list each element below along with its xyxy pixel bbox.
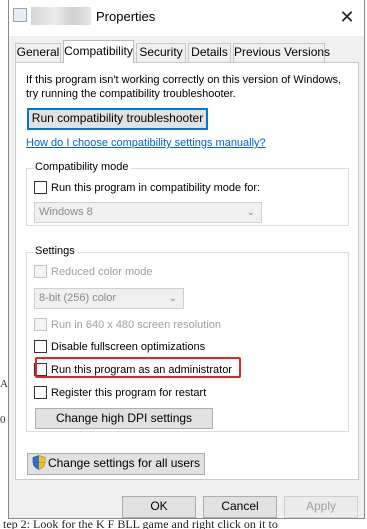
properties-dialog: Properties ✕ General Compatibility Secur… — [8, 0, 365, 519]
checkbox-box — [34, 340, 47, 353]
window-title: Properties — [96, 9, 156, 24]
compatibility-mode-checkbox[interactable]: Run this program in compatibility mode f… — [34, 181, 260, 197]
checkbox-label: Run in 640 x 480 screen resolution — [51, 319, 221, 331]
tab-previous-versions[interactable]: Previous Versions — [233, 43, 330, 62]
disable-fullscreen-checkbox[interactable]: Disable fullscreen optimizations — [34, 340, 205, 356]
manual-settings-link[interactable]: How do I choose compatibility settings m… — [26, 137, 266, 149]
intro-line-1: If this program isn't working correctly … — [26, 74, 342, 86]
checkbox-box — [34, 181, 47, 194]
register-restart-checkbox[interactable]: Register this program for restart — [34, 386, 206, 402]
chevron-down-icon: ⌄ — [246, 207, 255, 218]
close-button[interactable]: ✕ — [334, 4, 360, 30]
checkbox-label: Reduced color mode — [51, 266, 153, 278]
admin-highlight-box — [35, 357, 241, 378]
checkbox-box — [34, 386, 47, 399]
cancel-button[interactable]: Cancel — [203, 496, 277, 518]
title-bar[interactable]: Properties ✕ — [9, 0, 364, 36]
background-text: tep 2: Look for the K F BLL game and rig… — [3, 519, 278, 529]
select-value: 8-bit (256) color — [39, 292, 117, 304]
resolution-640-checkbox[interactable]: Run in 640 x 480 screen resolution — [34, 318, 221, 334]
close-icon: ✕ — [339, 7, 355, 27]
windows-version-select[interactable]: Windows 8 ⌄ — [34, 202, 262, 223]
intro-text: If this program isn't working correctly … — [26, 73, 346, 101]
intro-line-2: try running the compatibility troublesho… — [26, 88, 236, 100]
tab-details[interactable]: Details — [188, 43, 231, 62]
checkbox-box — [34, 318, 47, 331]
tab-compatibility[interactable]: Compatibility — [63, 40, 134, 63]
reduced-color-checkbox[interactable]: Reduced color mode — [34, 265, 153, 281]
compatibility-mode-group: Compatibility mode Run this program in c… — [26, 161, 349, 226]
background-mark-b: 0 — [0, 414, 6, 426]
button-label: Change settings for all users — [47, 456, 201, 470]
tab-security[interactable]: Security — [136, 43, 186, 62]
background-mark-a: A — [0, 378, 8, 390]
color-mode-select[interactable]: 8-bit (256) color ⌄ — [34, 288, 184, 309]
checkbox-label: Run this program in compatibility mode f… — [51, 182, 261, 194]
apply-button[interactable]: Apply — [284, 496, 358, 518]
redacted-filename — [31, 7, 91, 25]
tab-general[interactable]: General — [15, 43, 61, 62]
settings-label: Settings — [33, 245, 77, 257]
compatibility-panel: If this program isn't working correctly … — [15, 62, 359, 480]
run-troubleshooter-button[interactable]: Run compatibility troubleshooter — [27, 108, 208, 130]
checkbox-box — [34, 265, 47, 278]
chevron-down-icon: ⌄ — [168, 293, 177, 304]
compatibility-mode-label: Compatibility mode — [33, 161, 131, 173]
app-icon — [13, 8, 27, 22]
ok-button[interactable]: OK — [122, 496, 196, 518]
checkbox-label: Disable fullscreen optimizations — [51, 341, 206, 353]
settings-group: Settings Reduced color mode 8-bit (256) … — [26, 245, 349, 432]
uac-shield-icon — [32, 455, 46, 470]
change-dpi-button[interactable]: Change high DPI settings — [35, 408, 213, 429]
change-all-users-button[interactable]: Change settings for all users — [27, 453, 205, 475]
checkbox-label: Register this program for restart — [51, 387, 207, 399]
select-value: Windows 8 — [39, 206, 93, 218]
